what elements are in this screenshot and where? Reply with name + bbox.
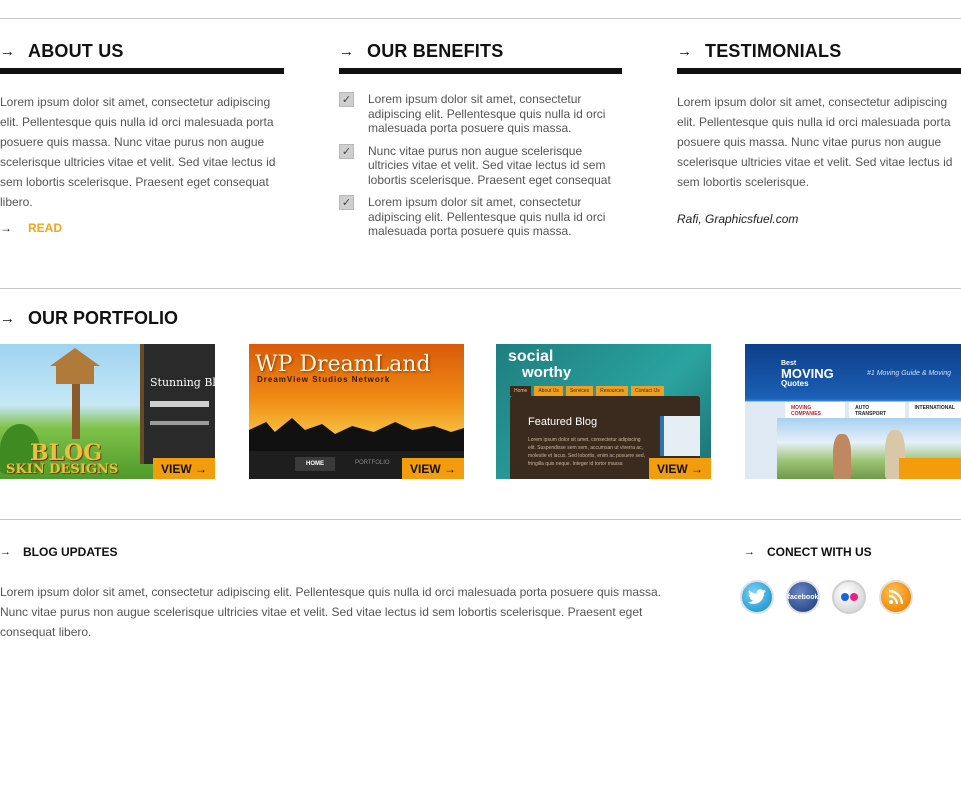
facebook-icon[interactable]: facebook [786,580,820,614]
flickr-pink-dot [849,593,858,601]
checkmark-icon: ✓ [339,195,354,210]
portfolio-heading: → OUR PORTFOLIO [0,306,178,330]
divider [0,288,961,289]
benefits-title: OUR BENEFITS [367,40,504,61]
portfolio-item-blog-skin-designs[interactable]: BLOG SKIN DESIGNS Stunning Blog S VIEW → [0,344,215,479]
arrow-icon: → [677,42,692,60]
view-button[interactable]: VIEW → [649,458,711,479]
benefit-text: Lorem ipsum dolor sit amet, consectetur … [368,92,606,135]
checkmark-icon: ✓ [339,143,354,159]
birdhouse-pole [72,384,80,439]
tab-item: Home [510,386,532,396]
portfolio-item-best-moving-quotes[interactable]: Best MOVING Quotes #1 Moving Guide & Mov… [745,344,961,479]
view-label: VIEW [409,461,441,476]
about-title: ABOUT US [28,40,124,61]
testimonial-text: Lorem ipsum dolor sit amet, consectetur … [677,95,953,189]
arrow-icon: → [339,42,354,60]
testimonial-author: Rafi, Graphicsfuel.com [677,212,799,226]
read-link[interactable]: → READ [0,220,284,236]
dreamland-subtitle: DreamView Studios Network [257,375,391,384]
nav-portfolio: PORTFOLIO [355,460,390,466]
moving-tagline: #1 Moving Guide & Moving [867,370,952,377]
view-label: VIEW [656,461,688,476]
featured-text: Lorem ipsum dolor sit amet, consectetur … [528,437,646,467]
tab-item: Services [565,386,594,396]
tab-item: Contact Us [631,386,664,396]
heading-underline [677,68,961,74]
about-text: Lorem ipsum dolor sit amet, consectetur … [0,95,276,209]
flickr-blue-dot [840,593,849,601]
top-divider [0,18,961,19]
arrow-icon: → [744,546,755,558]
benefits-heading: → OUR BENEFITS [339,38,623,64]
arrow-icon: → [444,461,456,476]
grass-silhouette [249,418,464,454]
tab-item: About Us [534,386,563,396]
blog-screen-heading: Stunning Blog S [150,376,215,389]
testimonials-section: → TESTIMONIALS Lorem ipsum dolor sit ame… [677,38,961,226]
arrow-icon: → [691,461,703,476]
benefits-list: ✓ Lorem ipsum dolor sit amet, consectetu… [339,92,623,239]
portfolio-title: OUR PORTFOLIO [28,307,178,328]
portfolio-item-social-worthy[interactable]: social worthy Home About Us Services Res… [496,344,711,479]
blog-section: → BLOG UPDATES Lorem ipsum dolor sit ame… [0,544,665,642]
benefit-item: ✓ Lorem ipsum dolor sit amet, consectetu… [339,195,623,239]
benefits-section: → OUR BENEFITS ✓ Lorem ipsum dolor sit a… [339,38,623,247]
view-button[interactable]: VIEW → [402,458,464,479]
divider [0,519,961,520]
rss-icon[interactable] [879,580,913,614]
heading-underline [0,68,284,74]
blog-text: Lorem ipsum dolor sit amet, consectetur … [0,585,662,639]
about-heading: → ABOUT US [0,38,284,64]
arrow-icon: → [0,42,15,60]
view-label: VIEW [160,461,192,476]
arrow-icon: → [0,309,15,327]
benefit-item: ✓ Nunc vitae purus non augue scelerisque… [339,143,623,188]
arrow-icon: → [195,461,207,476]
checkmark-icon: ✓ [339,92,354,107]
connect-section: → CONECT WITH US [744,544,961,560]
person-1 [833,434,851,479]
view-button-orange[interactable] [899,458,961,479]
dreamland-title: WP DreamLand [255,352,431,377]
connect-heading: → CONECT WITH US [744,544,961,560]
twitter-bird-icon [747,589,766,604]
blog-heading: → BLOG UPDATES [0,544,665,560]
view-button[interactable]: VIEW → [153,458,215,479]
blog-screen-line [150,401,209,407]
testimonials-heading: → TESTIMONIALS [677,38,961,64]
birdhouse-graphic [50,348,100,384]
featured-thumb [660,416,700,456]
arrow-icon: → [0,221,12,235]
blog-title: BLOG UPDATES [23,545,118,559]
moving-quotes: Quotes [781,379,809,388]
twitter-icon[interactable] [740,580,774,614]
flickr-icon[interactable] [832,580,866,614]
testimonials-title: TESTIMONIALS [705,40,842,61]
blog-subtitle-text: SKIN DESIGNS [6,462,119,477]
about-section: → ABOUT US Lorem ipsum dolor sit amet, c… [0,38,284,236]
read-label[interactable]: READ [28,221,62,235]
arrow-icon: → [0,546,11,558]
benefit-text: Lorem ipsum dolor sit amet, consectetur … [368,195,606,238]
featured-title: Featured Blog [528,416,598,428]
heading-underline [339,68,622,74]
socialworthy-tabs: Home About Us Services Resources Contact… [510,386,664,396]
portfolio-item-wp-dreamland[interactable]: WP DreamLand DreamView Studios Network H… [249,344,464,479]
blog-screen-line [150,421,209,425]
tab-item: Resources [596,386,629,396]
connect-title: CONECT WITH US [767,545,872,559]
socialworthy-logo-2: worthy [522,364,572,381]
nav-home: HOME [295,457,335,471]
benefit-text: Nunc vitae purus non augue scelerisque u… [368,143,611,187]
blog-screen-panel: Stunning Blog S [140,344,215,464]
rss-feed-icon [888,589,904,605]
benefit-item: ✓ Lorem ipsum dolor sit amet, consectetu… [339,92,623,136]
facebook-label: facebook [787,593,819,601]
